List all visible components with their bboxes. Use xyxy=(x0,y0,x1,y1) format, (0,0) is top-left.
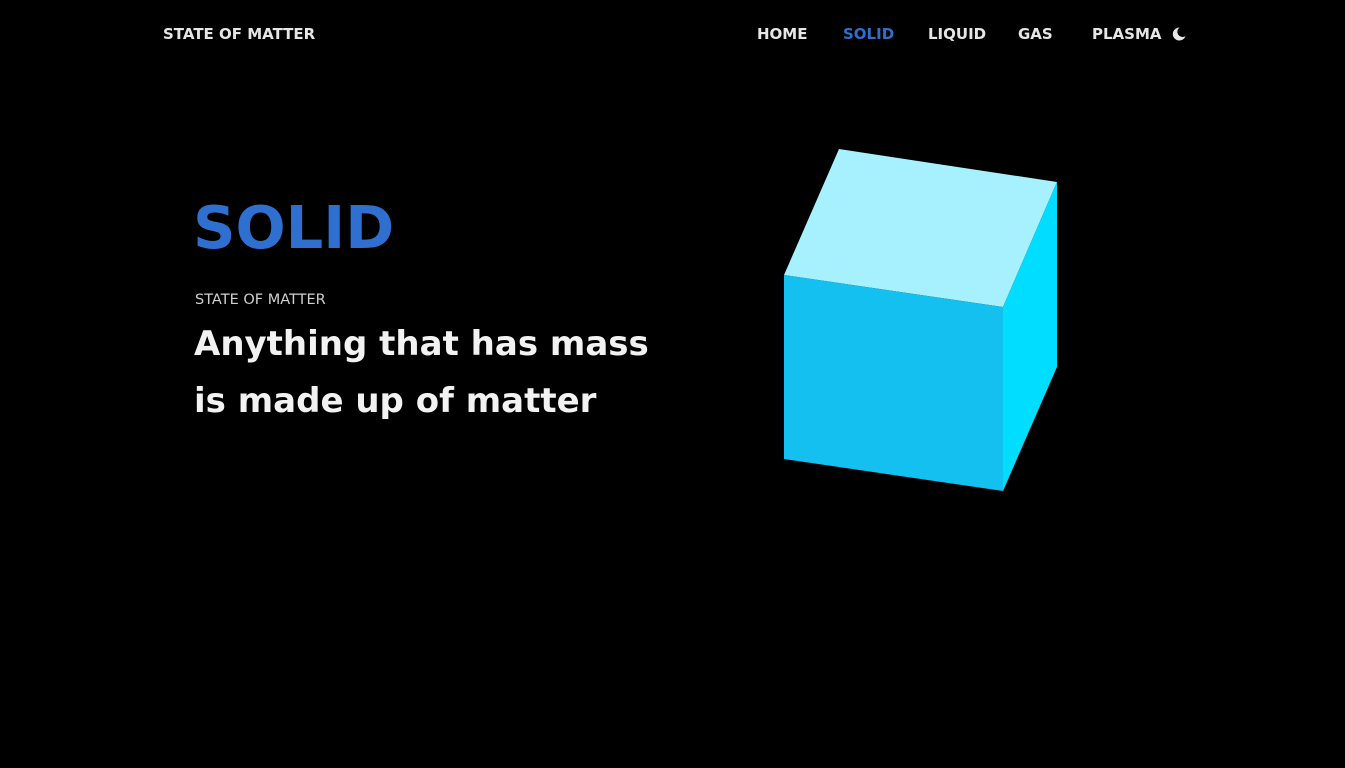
theme-toggle-button[interactable] xyxy=(1170,25,1188,43)
nav-liquid[interactable]: LIQUID xyxy=(928,25,986,43)
moon-icon xyxy=(1172,27,1186,41)
cube-front-face xyxy=(784,275,1003,491)
nav-plasma[interactable]: PLASMA xyxy=(1092,25,1162,43)
main-nav: HOME SOLID LIQUID GAS PLASMA xyxy=(0,25,1345,47)
nav-gas[interactable]: GAS xyxy=(1018,25,1053,43)
nav-solid[interactable]: SOLID xyxy=(843,25,894,43)
page-title: SOLID xyxy=(193,193,395,262)
cube-icon xyxy=(784,149,1057,491)
nav-home[interactable]: HOME xyxy=(757,25,807,43)
page-subtitle: STATE OF MATTER xyxy=(195,292,326,308)
hero-description: Anything that has mass is made up of mat… xyxy=(194,324,649,421)
